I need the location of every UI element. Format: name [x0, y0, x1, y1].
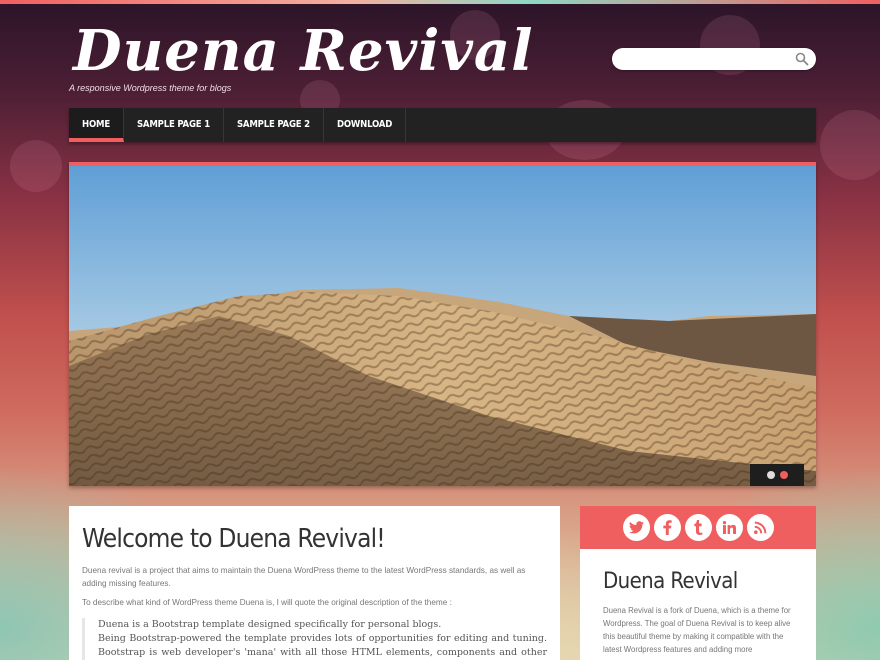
social-links-bar — [580, 506, 816, 549]
nav-item-download[interactable]: DOWNLOAD — [324, 108, 407, 142]
nav-item-sample-page-1[interactable]: SAMPLE PAGE 1 — [124, 108, 224, 142]
post-article: Welcome to Duena Revival! Duena revival … — [69, 506, 560, 660]
rss-icon[interactable] — [746, 514, 774, 541]
quote-line-1: Duena is a Bootstrap template designed s… — [98, 619, 442, 630]
slider-pagination — [750, 464, 804, 486]
widget-text: Duena Revival is a fork of Duena, which … — [603, 606, 791, 654]
slider-dot-1[interactable] — [766, 471, 775, 479]
nav-item-sample-page-2[interactable]: SAMPLE PAGE 2 — [224, 108, 324, 142]
site-title[interactable]: Duena Revival — [73, 18, 533, 84]
sidebar-widget: Duena Revival Duena Revival is a fork of… — [580, 506, 816, 660]
linkedin-icon[interactable] — [715, 514, 743, 541]
search-icon[interactable] — [795, 52, 809, 66]
nav-item-home[interactable]: HOME — [69, 108, 124, 142]
post-title[interactable]: Welcome to Duena Revival! — [82, 524, 547, 554]
desert-dune-photo — [69, 166, 816, 486]
slider-dot-2[interactable] — [779, 471, 788, 479]
search-box — [612, 48, 816, 70]
bokeh-decoration — [10, 140, 62, 192]
twitter-icon[interactable] — [622, 514, 650, 541]
post-blockquote: Duena is a Bootstrap template designed s… — [82, 618, 547, 660]
top-accent-stripe — [0, 0, 880, 4]
site-tagline: A responsive Wordpress theme for blogs — [69, 83, 232, 93]
widget-title: Duena Revival — [603, 569, 738, 594]
search-input[interactable] — [622, 48, 797, 70]
tumblr-icon[interactable] — [684, 514, 712, 541]
main-navigation: HOME SAMPLE PAGE 1 SAMPLE PAGE 2 DOWNLOA… — [69, 108, 816, 142]
post-quote-intro: To describe what kind of WordPress theme… — [82, 598, 452, 607]
bokeh-decoration — [820, 110, 880, 180]
post-intro: Duena revival is a project that aims to … — [82, 566, 526, 588]
image-slider[interactable] — [69, 162, 816, 486]
facebook-icon[interactable] — [653, 514, 681, 541]
quote-line-2: Being Bootstrap-powered the template pro… — [98, 633, 547, 658]
